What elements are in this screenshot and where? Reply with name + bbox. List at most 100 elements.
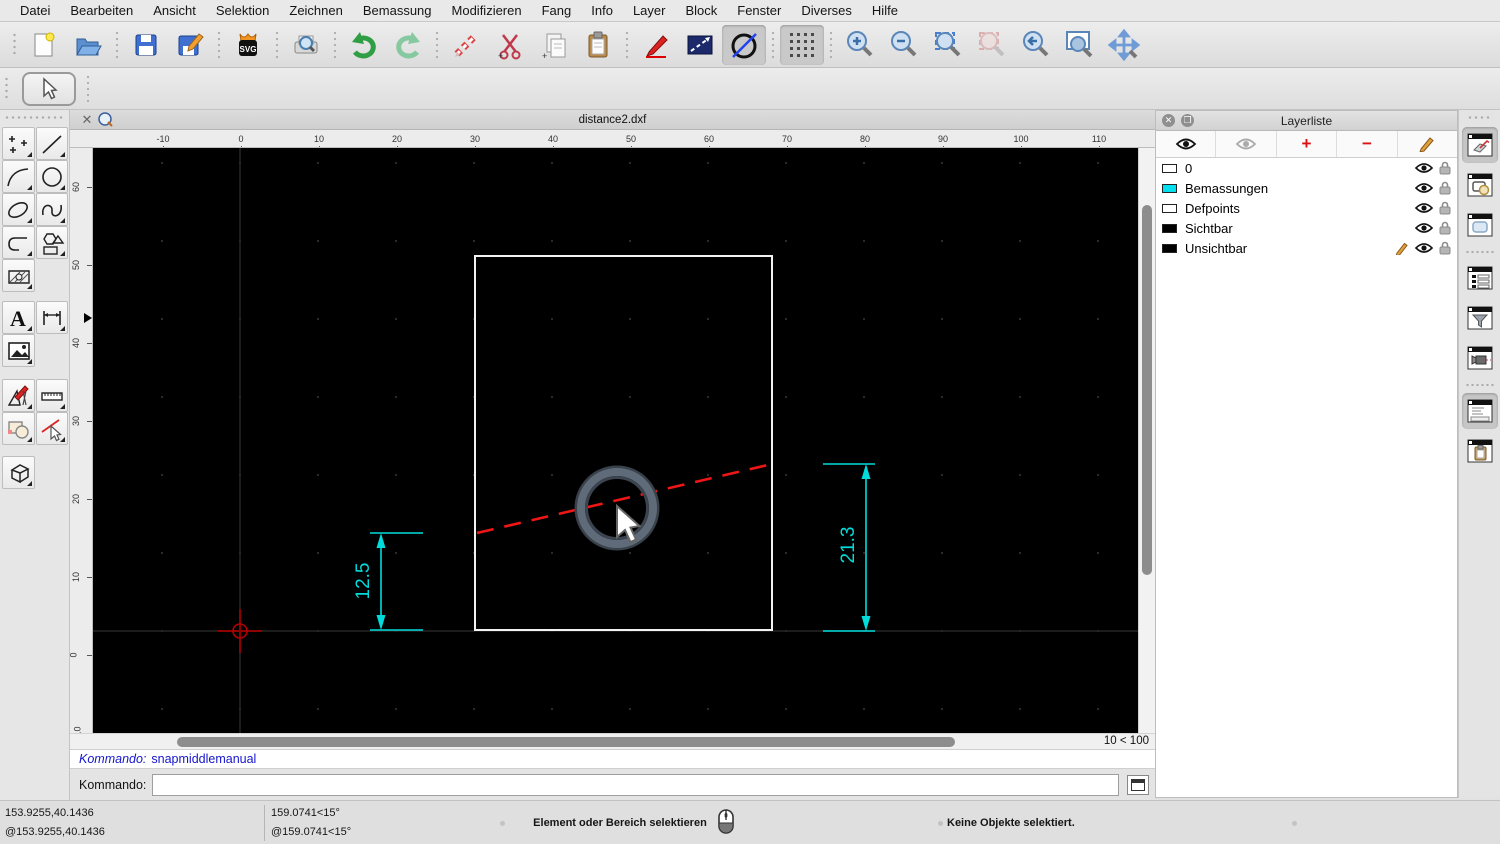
strip-grip[interactable] <box>1466 115 1493 121</box>
lock-icon[interactable] <box>1439 161 1451 175</box>
palette-grip[interactable] <box>4 115 65 121</box>
measure-tool[interactable] <box>35 379 68 412</box>
restrict-ortho-button[interactable] <box>678 25 722 65</box>
pan-button[interactable] <box>1102 25 1146 65</box>
horizontal-scrollbar-thumb[interactable] <box>177 736 955 747</box>
layer-row[interactable]: 0 <box>1156 158 1457 178</box>
open-file-button[interactable] <box>66 25 110 65</box>
toolbar-grip[interactable] <box>4 75 10 102</box>
snap-line-tool[interactable] <box>35 412 68 445</box>
menu-item[interactable]: Bemassung <box>353 0 442 22</box>
clipboard-panel-toggle-button[interactable] <box>1462 433 1498 469</box>
library-browser-toggle-button[interactable] <box>1462 207 1498 243</box>
points-tool[interactable] <box>2 127 35 160</box>
layer-row-current[interactable]: Unsichtbar <box>1156 238 1457 258</box>
ruler-tick: 90 <box>904 133 982 147</box>
cad-tools-tool[interactable] <box>2 379 35 412</box>
document-title[interactable]: distance2.dxf <box>70 114 1155 126</box>
new-file-button[interactable] <box>22 25 66 65</box>
redo-button[interactable] <box>386 25 430 65</box>
undo-button[interactable] <box>342 25 386 65</box>
property-editor-toggle-button[interactable] <box>1462 260 1498 296</box>
save-as-button[interactable] <box>168 25 212 65</box>
spline-tool[interactable] <box>35 193 68 226</box>
layer-color-swatch <box>1162 203 1177 213</box>
menu-item[interactable]: Info <box>581 0 623 22</box>
tab-close-icon[interactable]: ✕ <box>79 112 95 128</box>
menu-item[interactable]: Datei <box>10 0 60 22</box>
eye-icon[interactable] <box>1415 162 1433 174</box>
copy-button[interactable]: + <box>532 25 576 65</box>
show-all-layers-button[interactable] <box>1156 131 1217 157</box>
layer-list-toggle-button[interactable] <box>1461 127 1498 163</box>
layer-row[interactable]: Bemassungen <box>1156 178 1457 198</box>
eraser-button[interactable] <box>444 25 488 65</box>
lock-icon[interactable] <box>1439 181 1451 195</box>
menu-item[interactable]: Fang <box>532 0 582 22</box>
zoom-out-button[interactable] <box>882 25 926 65</box>
shapes-tool[interactable] <box>35 226 68 259</box>
menu-item[interactable]: Modifizieren <box>442 0 532 22</box>
arc-tool[interactable] <box>2 160 35 193</box>
command-options-button[interactable] <box>1127 774 1149 795</box>
menu-item[interactable]: Block <box>675 0 727 22</box>
menu-item[interactable]: Zeichnen <box>279 0 352 22</box>
zoom-previous-button[interactable] <box>1014 25 1058 65</box>
ruler-tick: 0 <box>202 133 280 147</box>
eye-icon[interactable] <box>1415 222 1433 234</box>
grid-toggle-button[interactable] <box>780 24 824 65</box>
toolbar-grip[interactable] <box>12 31 18 58</box>
polyline-tool[interactable] <box>2 226 35 259</box>
eye-icon[interactable] <box>1415 242 1433 254</box>
zoom-auto-button[interactable] <box>926 25 970 65</box>
lock-icon[interactable] <box>1439 241 1451 255</box>
circle-tool[interactable] <box>35 160 68 193</box>
menu-item[interactable]: Fenster <box>727 0 791 22</box>
menu-item[interactable]: Bearbeiten <box>60 0 143 22</box>
vertical-scrollbar-thumb[interactable] <box>1142 205 1152 575</box>
drawing-canvas[interactable]: 12.5 21.3 <box>93 148 1138 733</box>
command-line-toggle-button[interactable] <box>1461 393 1498 429</box>
text-tool[interactable]: A <box>2 301 35 334</box>
svg-export-button[interactable]: SVG <box>226 25 270 65</box>
menu-item[interactable]: Layer <box>623 0 676 22</box>
layer-row[interactable]: Defpoints <box>1156 198 1457 218</box>
add-layer-button[interactable]: + <box>1277 131 1338 157</box>
eye-icon[interactable] <box>1415 202 1433 214</box>
vertical-scrollbar[interactable] <box>1138 148 1155 733</box>
hatch-tool[interactable] <box>2 259 35 292</box>
zoom-window-button[interactable] <box>1058 25 1102 65</box>
modify-tool[interactable] <box>2 412 35 445</box>
menu-item[interactable]: Hilfe <box>862 0 908 22</box>
misc-panel-toggle-button[interactable] <box>1462 340 1498 376</box>
image-tool[interactable] <box>2 334 35 367</box>
print-preview-button[interactable] <box>284 25 328 65</box>
menu-item[interactable]: Selektion <box>206 0 279 22</box>
eye-icon[interactable] <box>1415 182 1433 194</box>
menu-item[interactable]: Diverses <box>791 0 862 22</box>
save-button[interactable] <box>124 25 168 65</box>
zoom-in-button[interactable] <box>838 25 882 65</box>
menu-item[interactable]: Ansicht <box>143 0 206 22</box>
block-list-toggle-button[interactable] <box>1462 167 1498 203</box>
free-snap-button[interactable] <box>722 24 766 65</box>
zoom-selection-button[interactable] <box>970 25 1014 65</box>
layer-row[interactable]: Sichtbar <box>1156 218 1457 238</box>
command-input[interactable] <box>152 773 1119 796</box>
ellipse-tool[interactable] <box>2 193 35 226</box>
selection-tool-button[interactable] <box>22 71 76 106</box>
selection-filter-toggle-button[interactable] <box>1462 300 1498 336</box>
paste-button[interactable] <box>576 25 620 65</box>
lock-icon[interactable] <box>1439 201 1451 215</box>
line-tool[interactable] <box>35 127 68 160</box>
lock-icon[interactable] <box>1439 221 1451 235</box>
horizontal-scrollbar[interactable] <box>70 734 1080 750</box>
remove-layer-button[interactable]: − <box>1337 131 1398 157</box>
cut-button[interactable]: + <box>488 25 532 65</box>
hide-all-layers-button[interactable] <box>1216 131 1277 157</box>
tool-palette: A <box>0 110 70 800</box>
dimension-tool[interactable] <box>35 301 68 334</box>
draw-pencil-button[interactable] <box>634 25 678 65</box>
edit-layer-button[interactable] <box>1398 131 1457 157</box>
box-3d-tool[interactable] <box>2 456 35 489</box>
